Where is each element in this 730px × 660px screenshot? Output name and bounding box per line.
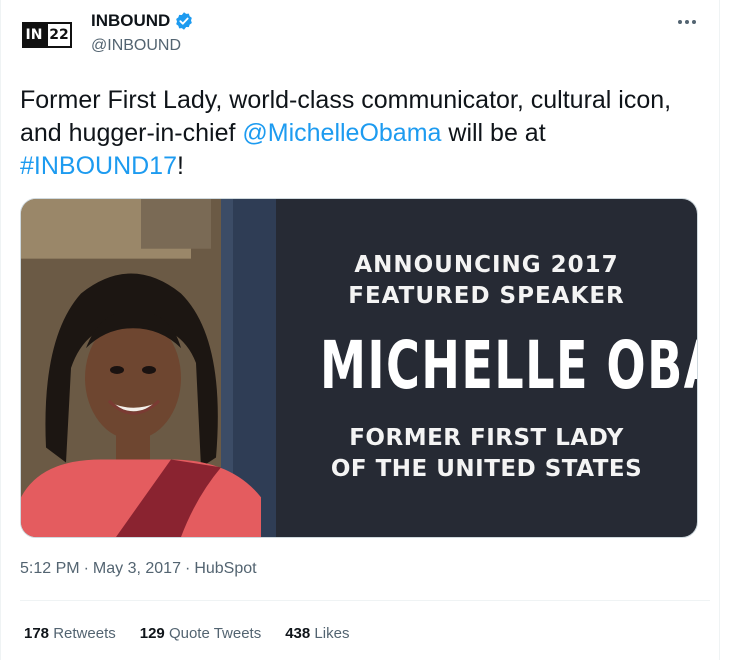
avatar[interactable]: IN 22	[22, 22, 72, 48]
likes-count: 438	[285, 625, 311, 642]
quote-tweets-count: 129	[139, 625, 165, 642]
retweets-stat[interactable]: 178 Retweets	[24, 625, 116, 642]
headline-line-1: ANNOUNCING 2017	[354, 252, 619, 278]
announcement-panel: ANNOUNCING 2017 FEATURED SPEAKER MICHELL…	[276, 199, 697, 537]
quote-tweets-stat[interactable]: 129 Quote Tweets	[140, 625, 261, 642]
tweet-text-part: !	[177, 152, 184, 180]
tweet-date[interactable]: May 3, 2017	[93, 560, 181, 577]
likes-stat[interactable]: 438 Likes	[285, 625, 349, 642]
tweet-text-part: will be at	[441, 119, 546, 147]
more-options-icon[interactable]	[672, 10, 702, 34]
retweets-count: 178	[24, 625, 50, 642]
speaker-photo	[21, 199, 276, 537]
retweets-label: Retweets	[53, 625, 116, 642]
hashtag-link[interactable]: #INBOUND17	[20, 152, 177, 180]
speaker-subtitle: FORMER FIRST LADY OF THE UNITED STATES	[276, 423, 697, 485]
author-name-row: INBOUND	[91, 11, 194, 31]
announcement-headline: ANNOUNCING 2017 FEATURED SPEAKER	[276, 250, 697, 312]
quote-tweets-label: Quote Tweets	[168, 625, 262, 642]
subtitle-line-2: OF THE UNITED STATES	[330, 456, 643, 482]
likes-label: Likes	[314, 625, 350, 642]
tweet-media-image[interactable]: ANNOUNCING 2017 FEATURED SPEAKER MICHELL…	[20, 198, 698, 538]
verified-badge-icon	[176, 12, 193, 30]
tweet-time[interactable]: 5:12 PM	[20, 560, 80, 577]
tweet: IN 22 INBOUND @INBOUND Former First Lady…	[0, 0, 730, 660]
tweet-timestamp-row: 5:12 PM · May 3, 2017 · HubSpot	[20, 560, 257, 578]
mention-link[interactable]: @MichelleObama	[242, 119, 441, 147]
tweet-source[interactable]: HubSpot	[194, 560, 256, 577]
meta-separator: ·	[184, 560, 191, 577]
avatar-text-right: 22	[46, 22, 72, 48]
tweet-stats: 178 Retweets 129 Quote Tweets 438 Likes	[24, 625, 373, 642]
headline-line-2: FEATURED SPEAKER	[348, 283, 625, 309]
author-handle[interactable]: @INBOUND	[91, 37, 181, 55]
author-display-name[interactable]: INBOUND	[91, 11, 170, 31]
speaker-name: MICHELLE OBAMA	[320, 327, 697, 404]
tweet-text: Former First Lady, world-class communica…	[20, 84, 710, 183]
subtitle-line-1: FORMER FIRST LADY	[349, 425, 624, 451]
divider	[20, 600, 710, 601]
meta-separator: ·	[83, 560, 89, 577]
avatar-text-left: IN	[22, 22, 46, 48]
